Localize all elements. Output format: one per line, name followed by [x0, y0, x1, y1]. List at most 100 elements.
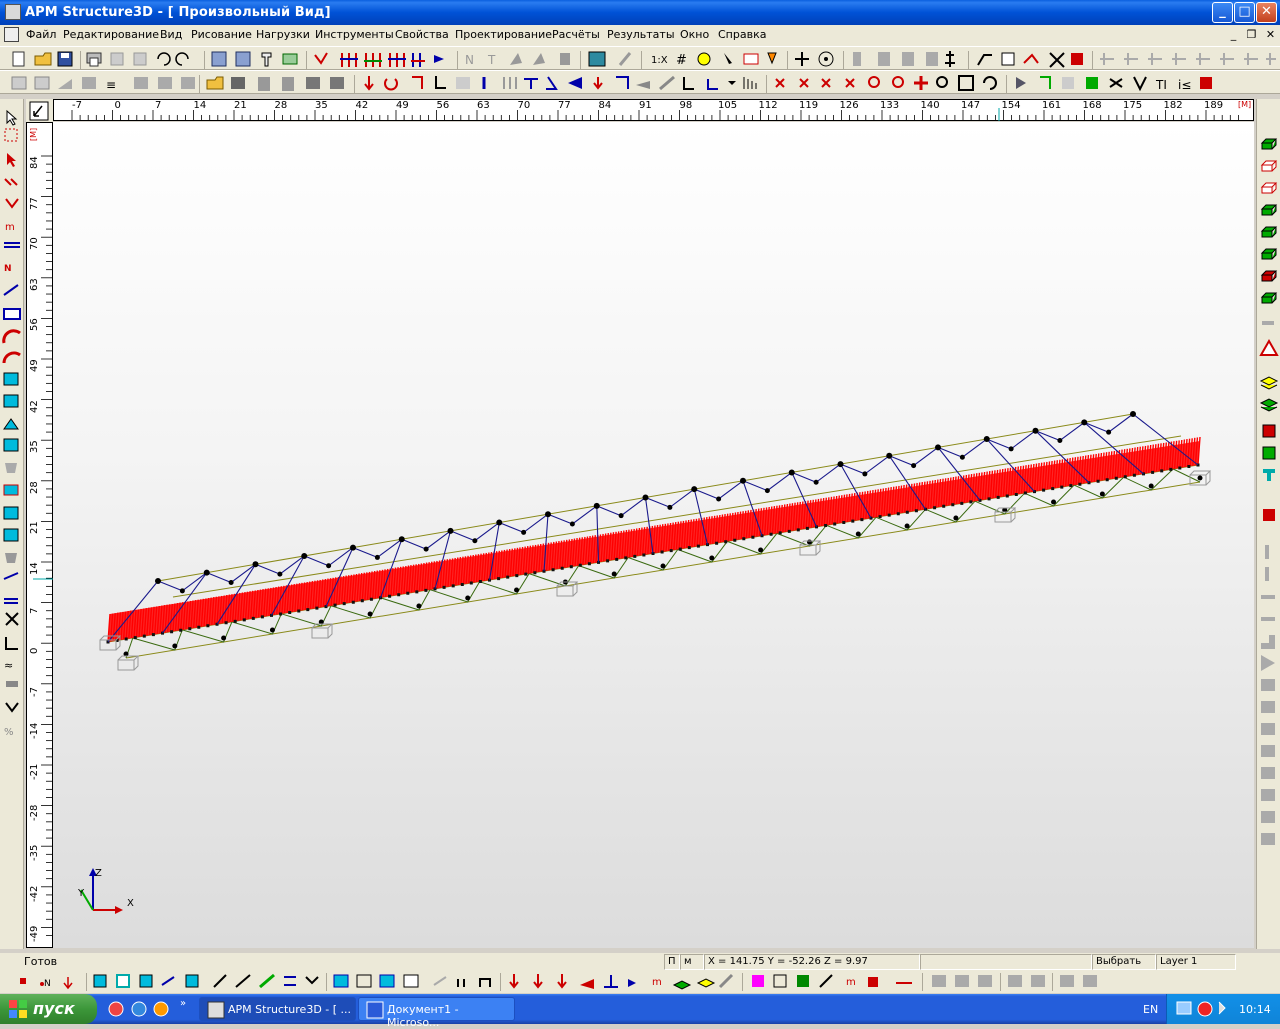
- h-ruler-tick: 49: [396, 100, 409, 111]
- truss-node: [203, 569, 210, 576]
- view-cube-tools[interactable]: [1259, 138, 1279, 521]
- menu-properties[interactable]: Свойства: [395, 28, 449, 41]
- disabled-right-tools: [1261, 545, 1275, 845]
- v-ruler-tick: 77: [29, 196, 40, 210]
- h-ruler-tick: 147: [961, 100, 981, 111]
- status-layer: Layer 1: [1156, 954, 1236, 970]
- title-bar[interactable]: APM Structure3D - [ Произвольный Вид] _ …: [0, 0, 1280, 25]
- mdi-close-button[interactable]: ✕: [1263, 28, 1278, 42]
- h-ruler-tick: 63: [477, 100, 490, 111]
- ruler-corner: [26, 99, 53, 122]
- menu-loads[interactable]: Нагрузки: [256, 28, 310, 41]
- menu-design[interactable]: Проектирование: [455, 28, 552, 41]
- lower-node: [1051, 499, 1057, 505]
- bottom-toolbar: N m m: [0, 971, 1280, 993]
- language-indicator[interactable]: EN: [1143, 1003, 1158, 1016]
- file-tools[interactable]: [12, 51, 189, 67]
- draw-tools[interactable]: m N ≈ %: [2, 109, 21, 738]
- h-ruler-tick: 70: [517, 100, 531, 111]
- svg-text:≈: ≈: [4, 659, 13, 672]
- menu-results[interactable]: Результаты: [607, 28, 675, 41]
- v-ruler-tick: 14: [29, 562, 40, 575]
- close-button[interactable]: ✕: [1256, 2, 1277, 23]
- truss-node: [935, 444, 941, 451]
- lower-node: [269, 627, 275, 633]
- v-ruler-tick: 0: [29, 647, 40, 655]
- menu-edit[interactable]: Редактирование: [63, 28, 159, 41]
- document-icon[interactable]: [4, 27, 19, 42]
- h-ruler-tick: 182: [1163, 100, 1183, 111]
- analysis-tools[interactable]: 1:X #: [588, 51, 834, 68]
- truss-node: [545, 511, 551, 518]
- menu-view[interactable]: Вид: [160, 28, 182, 41]
- file-tools-2[interactable]: [206, 76, 344, 91]
- svg-text:N: N: [465, 53, 474, 67]
- truss-node: [155, 578, 161, 584]
- h-ruler-tick: 140: [920, 100, 940, 111]
- axis-triad: Z Y X: [77, 868, 134, 914]
- taskbar: пуск » APM Structure3D - [ ... Документ1…: [0, 994, 1280, 1029]
- result-bottom-tools[interactable]: m: [752, 974, 912, 988]
- results-tools[interactable]: TI i≤: [1016, 76, 1212, 92]
- svg-text:m: m: [5, 222, 15, 233]
- svg-text:m: m: [846, 977, 856, 988]
- truss-node: [1057, 438, 1063, 444]
- truss-node: [837, 461, 844, 468]
- svg-text:%: %: [4, 727, 14, 738]
- v-ruler-tick: 35: [29, 440, 40, 454]
- menu-file[interactable]: Файл: [26, 28, 56, 41]
- svg-text:#: #: [676, 53, 687, 68]
- h-ruler-unit: [M]: [1238, 100, 1252, 109]
- status-mode: Выбрать: [1092, 954, 1156, 970]
- truss-node: [1130, 411, 1136, 417]
- maximize-button[interactable]: □: [1234, 2, 1255, 23]
- menu-tools[interactable]: Инструменты: [315, 28, 394, 41]
- v-ruler-tick: 63: [29, 278, 40, 291]
- svg-text:»: »: [180, 998, 186, 1009]
- mdi-minimize-button[interactable]: _: [1226, 28, 1241, 42]
- load-bottom-tools[interactable]: m: [433, 973, 734, 990]
- v-ruler-tick: -7: [29, 686, 40, 697]
- truss-node: [472, 538, 478, 544]
- quick-launch[interactable]: »: [104, 994, 194, 1024]
- vertical-ruler: 84 77 70 63 56 49 42 35 28 21 14 7 0 -7 -14 -21 -28 -35 -4…: [26, 122, 53, 948]
- truss-node: [740, 477, 746, 484]
- view-tools[interactable]: [211, 51, 444, 67]
- load-tools[interactable]: [364, 75, 757, 91]
- truss-node: [179, 588, 185, 594]
- menu-draw[interactable]: Рисование: [191, 28, 252, 41]
- zoom-tools[interactable]: [775, 75, 997, 91]
- tray-icons[interactable]: [1173, 994, 1243, 1024]
- mdi-restore-button[interactable]: ❐: [1244, 28, 1259, 42]
- snap-tools[interactable]: N: [20, 973, 419, 990]
- svg-text:T: T: [487, 53, 496, 67]
- truss-node: [959, 454, 965, 460]
- v-ruler-tick: 49: [29, 359, 40, 372]
- menu-help[interactable]: Справка: [718, 28, 766, 41]
- left-toolbar: m N ≈ %: [0, 99, 24, 949]
- menu-bar: Файл Редактирование Вид Рисование Нагруз…: [0, 25, 1280, 46]
- disabled-tools: N T: [465, 53, 570, 67]
- node-tools[interactable]: [945, 51, 1083, 68]
- truss-node: [593, 502, 600, 509]
- v-ruler-tick: 56: [29, 318, 40, 332]
- v-ruler-tick: -28: [29, 804, 40, 821]
- v-ruler-tick: 7: [29, 607, 40, 614]
- secondary-toolbar: ≡ TI i≤: [0, 70, 1280, 94]
- menu-calculations[interactable]: Расчёты: [552, 28, 600, 41]
- status-bar: Готов П м X = 141.75 Y = -52.26 Z = 9.97…: [0, 953, 1280, 971]
- h-ruler-tick: 35: [315, 100, 328, 111]
- h-ruler-tick: 21: [234, 100, 247, 111]
- 3d-viewport[interactable]: Z Y X: [53, 122, 1254, 948]
- lower-node: [416, 603, 422, 609]
- v-ruler-tick: 28: [29, 481, 40, 494]
- menu-window[interactable]: Окно: [680, 28, 709, 41]
- svg-text:≡: ≡: [106, 78, 116, 92]
- app-icon[interactable]: [5, 4, 21, 20]
- truss-node: [667, 504, 673, 510]
- minimize-button[interactable]: _: [1212, 2, 1233, 23]
- start-button[interactable]: пуск: [0, 994, 97, 1024]
- structure-model[interactable]: [53, 122, 1254, 948]
- lower-node: [611, 571, 617, 577]
- windows-logo-icon: [9, 1000, 27, 1018]
